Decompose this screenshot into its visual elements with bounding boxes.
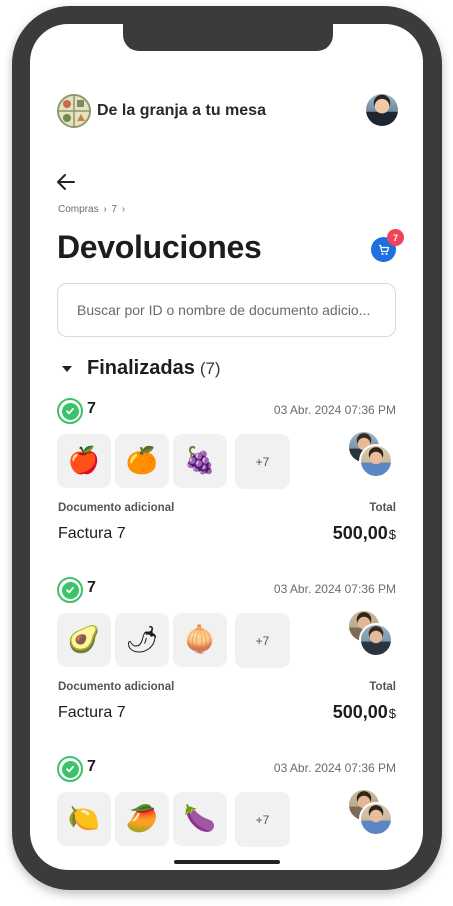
product-thumbnails: 🍋 🥭 🍆 +7 <box>57 792 290 847</box>
card-header: 7 03 Abr. 2024 07:36 PM <box>57 398 396 424</box>
product-apple-image: 🍎 <box>57 434 111 488</box>
device-notch <box>123 24 333 51</box>
doc-value: Factura 7 <box>58 525 126 542</box>
breadcrumb-compras[interactable]: Compras <box>58 204 99 215</box>
more-items-button[interactable]: +7 <box>235 613 290 668</box>
card-id: 7 <box>87 579 96 596</box>
product-lime-image: 🍋 <box>57 792 111 846</box>
product-thumbnails: 🍎 🍊 🍇 +7 <box>57 434 290 489</box>
search-input[interactable] <box>57 283 396 337</box>
card-header: 7 03 Abr. 2024 07:36 PM <box>57 756 396 782</box>
product-eggplant-image: 🍆 <box>173 792 227 846</box>
check-circle-icon <box>57 756 83 782</box>
participants-avatars <box>347 430 397 480</box>
participants-avatars <box>347 788 397 838</box>
section-count: (7) <box>199 358 221 378</box>
profile-avatar[interactable] <box>366 94 398 126</box>
product-grapes-image: 🍇 <box>173 434 227 488</box>
breadcrumb-id[interactable]: 7 <box>111 204 117 215</box>
section-toggle-finalizadas[interactable]: Finalizadas (7) <box>62 357 221 380</box>
card-header: 7 03 Abr. 2024 07:36 PM <box>57 577 396 603</box>
check-circle-icon <box>57 398 83 424</box>
doc-value: Factura 7 <box>58 704 126 721</box>
arrow-left-icon <box>57 174 75 190</box>
card-date: 03 Abr. 2024 07:36 PM <box>273 761 396 775</box>
more-items-button[interactable]: +7 <box>235 434 290 489</box>
total-value: 500,00$ <box>333 523 396 544</box>
total-amount: 500,00 <box>332 523 388 543</box>
app-header: De la granja a tu mesa <box>57 94 398 128</box>
participants-avatars <box>347 609 397 659</box>
caret-down-icon <box>62 365 72 372</box>
home-indicator <box>174 860 280 864</box>
breadcrumb: Compras › 7 › <box>58 204 127 215</box>
avatar <box>359 623 393 657</box>
return-card[interactable]: 7 03 Abr. 2024 07:36 PM 🍎 🍊 🍇 +7 Documen… <box>57 398 396 548</box>
cart-count-badge: 7 <box>387 229 404 246</box>
app-screen: De la granja a tu mesa Compras › 7 › Dev… <box>30 24 423 870</box>
product-chili-pepper-image: 🌶 <box>115 613 169 667</box>
product-avocado-image: 🥑 <box>57 613 111 667</box>
card-id: 7 <box>87 758 96 775</box>
more-items-button[interactable]: +7 <box>235 792 290 847</box>
total-label: Total <box>369 502 396 514</box>
product-onion-image: 🧅 <box>173 613 227 667</box>
breadcrumb-separator: › <box>103 204 107 215</box>
return-card[interactable]: 7 03 Abr. 2024 07:36 PM 🥑 🌶 🧅 +7 Documen… <box>57 577 396 727</box>
section-title: Finalizadas <box>87 357 195 379</box>
doc-label: Documento adicional <box>58 681 175 693</box>
avatar <box>359 802 393 836</box>
back-button[interactable] <box>54 170 78 194</box>
page-title: Devoluciones <box>57 229 262 265</box>
breadcrumb-separator: › <box>121 204 126 215</box>
card-id: 7 <box>87 400 96 417</box>
check-circle-icon <box>57 577 83 603</box>
product-thumbnails: 🥑 🌶 🧅 +7 <box>57 613 290 668</box>
card-date: 03 Abr. 2024 07:36 PM <box>273 582 396 596</box>
product-orange-image: 🍊 <box>115 434 169 488</box>
currency-symbol: $ <box>388 706 396 721</box>
total-label: Total <box>369 681 396 693</box>
farm-logo-icon <box>57 94 91 128</box>
total-value: 500,00$ <box>333 702 396 723</box>
product-mango-image: 🥭 <box>115 792 169 846</box>
total-amount: 500,00 <box>332 702 388 722</box>
cart-icon <box>378 244 389 255</box>
doc-label: Documento adicional <box>58 502 175 514</box>
app-title: De la granja a tu mesa <box>97 102 266 119</box>
card-date: 03 Abr. 2024 07:36 PM <box>273 403 396 417</box>
currency-symbol: $ <box>388 527 396 542</box>
return-card[interactable]: 7 03 Abr. 2024 07:36 PM 🍋 🥭 🍆 +7 <box>57 756 396 870</box>
avatar <box>359 444 393 478</box>
